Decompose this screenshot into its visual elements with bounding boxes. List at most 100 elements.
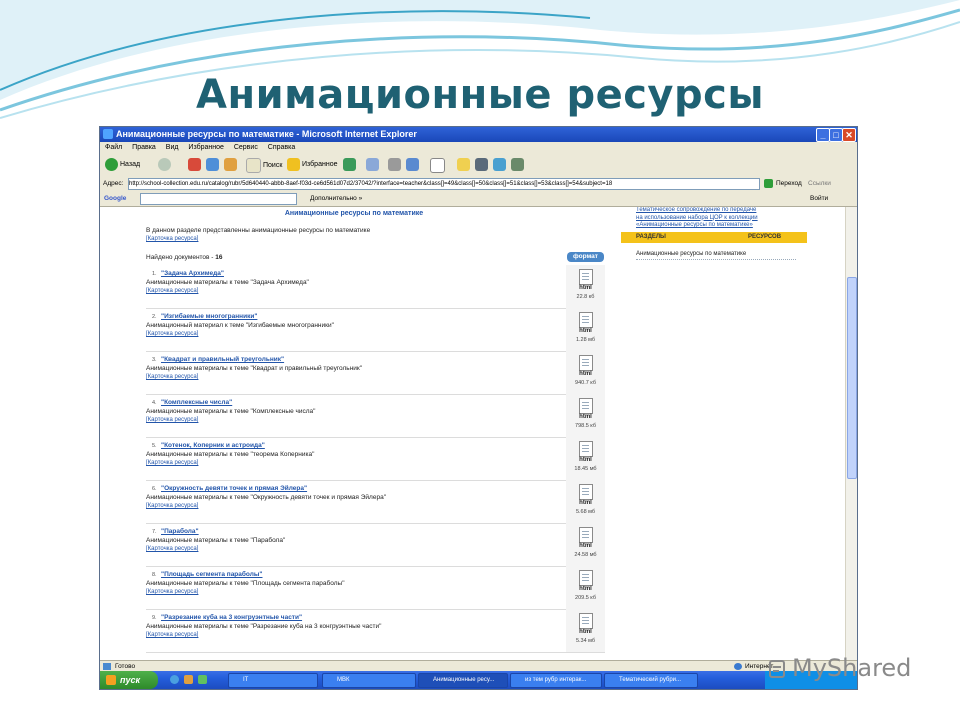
links-label[interactable]: Ссылки (808, 176, 831, 191)
scrollbar-thumb[interactable] (847, 277, 857, 479)
format-cell[interactable]: html 1.28 мб (566, 308, 605, 352)
start-button[interactable]: пуск (100, 671, 158, 689)
google-search-input[interactable] (140, 193, 297, 205)
tools-button[interactable] (511, 158, 524, 171)
file-type: html (579, 414, 592, 420)
task-interactive[interactable]: из тем рубр интерак... (510, 673, 602, 688)
resource-title-link[interactable]: "Котенок, Коперник и астроида" (161, 442, 265, 449)
resource-title-link[interactable]: "Разрезание куба на 3 конгруэнтные части… (161, 614, 302, 621)
resource-description: Анимационные материалы к теме "теорема К… (146, 451, 315, 458)
intro-card-link[interactable]: [Карточка ресурса] (146, 236, 198, 242)
html-file-icon (579, 269, 593, 285)
minimize-button[interactable]: _ (816, 128, 830, 142)
format-cell[interactable]: html 24.58 мб (566, 523, 605, 567)
google-signin-button[interactable]: Войти (810, 191, 828, 206)
favorites-button[interactable]: Избранное (287, 158, 337, 171)
menu-bar: Файл Правка Вид Избранное Сервис Справка (100, 142, 857, 154)
print-button[interactable] (388, 158, 401, 171)
quicklaunch-ie-icon[interactable] (170, 675, 179, 684)
task-thematic[interactable]: Тематический рубри... (604, 673, 698, 688)
address-bar: Адрес: http://school-collection.edu.ru/c… (100, 176, 857, 192)
format-cell[interactable]: html 798.5 кб (566, 394, 605, 438)
format-cell[interactable]: html 22.8 кб (566, 265, 605, 309)
refresh-button[interactable] (206, 158, 219, 171)
resource-card-link[interactable]: [Карточка ресурса] (146, 460, 198, 466)
resource-description: Анимационный материал к теме "Изгибаемые… (146, 322, 334, 329)
mail-button[interactable] (366, 158, 379, 171)
quicklaunch-media-icon[interactable] (198, 675, 207, 684)
messenger-button[interactable] (493, 158, 506, 171)
windows-logo-icon (106, 675, 116, 685)
stop-button[interactable] (188, 158, 201, 171)
resource-title-link[interactable]: "Площадь сегмента параболы" (161, 571, 262, 578)
sidebar-item-animation[interactable]: Анимационные ресурсы по математике (636, 251, 796, 260)
research-icon (475, 158, 488, 171)
task-mvk[interactable]: МВК (322, 673, 416, 688)
file-size: 5.68 мб (575, 509, 596, 515)
resource-card-link[interactable]: [Карточка ресурса] (146, 503, 198, 509)
resource-card-link[interactable]: [Карточка ресурса] (146, 288, 198, 294)
history-button[interactable] (343, 158, 356, 171)
resource-title-link[interactable]: "Квадрат и правильный треугольник" (161, 356, 284, 363)
menu-favorites[interactable]: Избранное (188, 144, 223, 151)
edit-button[interactable] (406, 158, 419, 171)
task-it[interactable]: IT (228, 673, 318, 688)
file-type: html (579, 457, 592, 463)
format-cell[interactable]: html 18.45 мб (566, 437, 605, 481)
file-type: html (579, 285, 592, 291)
format-cell[interactable]: html 5.68 мб (566, 480, 605, 524)
tools-icon (511, 158, 524, 171)
quicklaunch-desktop-icon[interactable] (184, 675, 193, 684)
address-label: Адрес: (103, 180, 124, 187)
resource-title-link[interactable]: "Парабола" (161, 528, 199, 535)
maximize-button[interactable]: □ (829, 128, 843, 142)
menu-view[interactable]: Вид (166, 144, 179, 151)
home-button[interactable] (224, 158, 237, 171)
resource-number: 2. (152, 314, 157, 320)
resource-title-link[interactable]: "Задача Архимеда" (161, 270, 224, 277)
resource-description: Анимационные материалы к теме "Парабола" (146, 537, 286, 544)
menu-edit[interactable]: Правка (132, 144, 156, 151)
refresh-icon (206, 158, 219, 171)
resource-card-link[interactable]: [Карточка ресурса] (146, 589, 198, 595)
resource-card-link[interactable]: [Карточка ресурса] (146, 546, 198, 552)
format-cell[interactable]: html 940.7 кб (566, 351, 605, 395)
resource-card-link[interactable]: [Карточка ресурса] (146, 632, 198, 638)
menu-help[interactable]: Справка (268, 144, 295, 151)
resource-title-link[interactable]: "Изгибаемые многогранники" (161, 313, 257, 320)
address-input[interactable]: http://school-collection.edu.ru/catalog/… (128, 178, 760, 190)
resource-row: 8. "Площадь сегмента параболы" Анимационны… (146, 566, 566, 610)
menu-file[interactable]: Файл (105, 144, 122, 151)
go-button[interactable]: Переход (776, 176, 802, 191)
file-type: html (579, 500, 592, 506)
page-content: Анимационные ресурсы по математике В дан… (100, 207, 845, 660)
vertical-scrollbar[interactable] (845, 207, 857, 660)
format-cell[interactable]: html 5.34 мб (566, 609, 605, 653)
google-more-button[interactable]: Дополнительно » (310, 191, 362, 206)
resource-title-link[interactable]: "Окружность девяти точек и прямая Эйлера… (161, 485, 307, 492)
messenger-icon (493, 158, 506, 171)
resource-description: Анимационные материалы к теме "Комплексн… (146, 408, 316, 415)
folder-button[interactable] (457, 158, 470, 171)
resource-number: 8. (152, 572, 157, 578)
file-size: 5.34 мб (575, 638, 596, 644)
menu-tools[interactable]: Сервис (234, 144, 258, 151)
search-button[interactable]: Поиск (246, 158, 282, 173)
resource-number: 3. (152, 357, 157, 363)
resource-card-link[interactable]: [Карточка ресурса] (146, 417, 198, 423)
sidebar-links[interactable]: Тематическое сопровождение по передаче н… (636, 207, 758, 230)
forward-button[interactable] (158, 158, 171, 171)
resource-card-link[interactable]: [Карточка ресурса] (146, 331, 198, 337)
go-icon[interactable] (764, 179, 773, 188)
resource-title-link[interactable]: "Комплексные числа" (161, 399, 232, 406)
word-button[interactable] (430, 158, 445, 173)
task-animation-resources[interactable]: Анимационные ресу... (418, 673, 508, 688)
ie-icon (103, 129, 113, 139)
format-cell[interactable]: html 209.5 кб (566, 566, 605, 610)
resource-card-link[interactable]: [Карточка ресурса] (146, 374, 198, 380)
back-button[interactable]: Назад (105, 158, 140, 171)
resource-number: 9. (152, 615, 157, 621)
close-button[interactable]: ✕ (842, 128, 856, 142)
resource-description: Анимационные материалы к теме "Задача Ар… (146, 279, 309, 286)
research-button[interactable] (475, 158, 488, 171)
